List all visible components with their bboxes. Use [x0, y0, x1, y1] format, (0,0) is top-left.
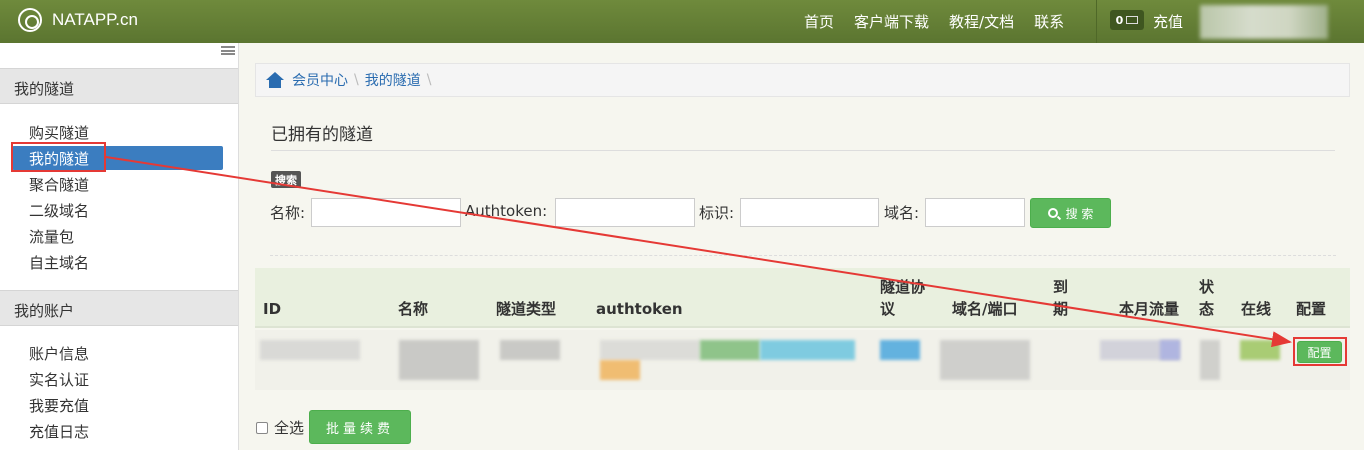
annotation-arrow [105, 156, 1292, 348]
